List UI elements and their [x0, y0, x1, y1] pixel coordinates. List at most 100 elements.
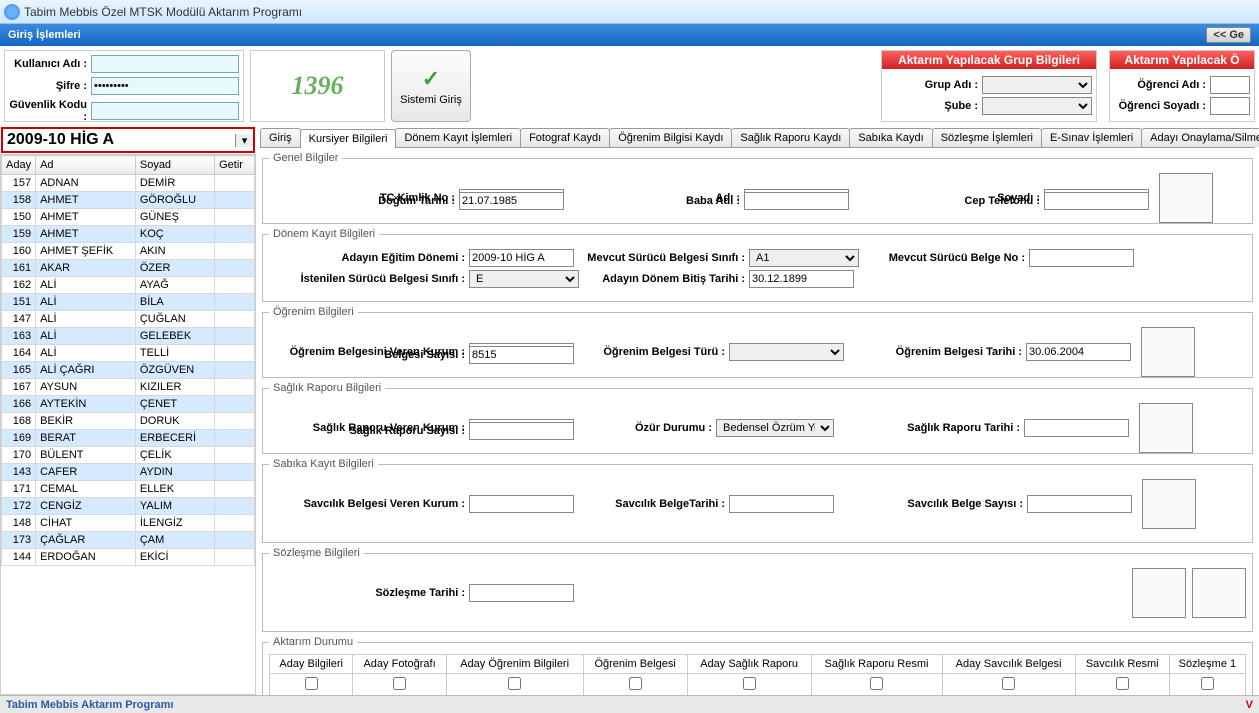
student-surname-input[interactable] — [1210, 97, 1250, 115]
istenilen-select[interactable]: E — [469, 270, 579, 288]
login-button-label: Sistemi Giriş — [400, 94, 462, 106]
section-header: Giriş İşlemleri << Ge — [0, 24, 1259, 46]
tab-0[interactable]: Giriş — [260, 128, 301, 147]
table-row[interactable]: 159AHMETKOÇ — [2, 226, 255, 243]
status-header: Aday Öğrenim Bilgileri — [446, 655, 583, 674]
status-header: Aday Bilgileri — [270, 655, 353, 674]
saglik-tarih-label: Sağlık Raporu Tarihi : — [834, 422, 1024, 434]
table-row[interactable]: 166AYTEKİNÇENET — [2, 396, 255, 413]
tab-8[interactable]: E-Sınav İşlemleri — [1041, 128, 1142, 147]
status-checkbox[interactable] — [1116, 677, 1129, 690]
table-row[interactable]: 164ALİTELLİ — [2, 345, 255, 362]
footer-left: Tabim Mebbis Aktarım Programı — [6, 699, 173, 711]
saglik-tarih-input[interactable] — [1024, 419, 1129, 437]
sabika-kurum-input[interactable] — [469, 495, 574, 513]
table-row[interactable]: 161AKARÖZER — [2, 260, 255, 277]
candidate-grid[interactable]: AdayAdSoyadGetir157ADNANDEMİR158AHMETGÖR… — [0, 154, 256, 695]
sozlesme-tarih-input[interactable] — [469, 584, 574, 602]
table-row[interactable]: 157ADNANDEMİR — [2, 175, 255, 192]
sozlesme-box2 — [1192, 568, 1246, 618]
password-input[interactable] — [91, 77, 239, 95]
grid-header[interactable]: Ad — [36, 156, 136, 175]
student-info-title: Aktarım Yapılacak Ö — [1110, 51, 1254, 69]
cep-input[interactable] — [1044, 192, 1149, 210]
photo-box — [1159, 173, 1213, 223]
sabika-sayi-input[interactable] — [1027, 495, 1132, 513]
status-checkbox[interactable] — [1201, 677, 1214, 690]
back-button[interactable]: << Ge — [1206, 27, 1251, 43]
branch-select[interactable] — [982, 97, 1092, 115]
grid-header[interactable]: Getir — [215, 156, 255, 175]
username-input[interactable] — [91, 55, 239, 73]
student-name-input[interactable] — [1210, 76, 1250, 94]
table-row[interactable]: 167AYSUNKIZILER — [2, 379, 255, 396]
mevcut-sinif-select[interactable]: A1 — [749, 249, 859, 267]
left-panel: 2009-10 HİG A ▾ AdayAdSoyadGetir157ADNAN… — [0, 126, 256, 695]
ozur-select[interactable]: Bedensel Özrüm Yok — [716, 419, 834, 437]
baba-input[interactable] — [744, 192, 849, 210]
ogrenim-turu-select[interactable] — [729, 343, 844, 361]
belge-sayi-input[interactable] — [469, 346, 574, 364]
tab-5[interactable]: Sağlık Raporu Kaydı — [731, 128, 850, 147]
status-checkbox[interactable] — [870, 677, 883, 690]
security-code-input[interactable] — [91, 102, 239, 120]
genel-bilgiler-fieldset: Genel Bilgiler TC Kimlik No : Adı : Soya… — [262, 152, 1253, 224]
status-checkbox[interactable] — [393, 677, 406, 690]
table-row[interactable]: 143CAFERAYDIN — [2, 464, 255, 481]
genel-legend: Genel Bilgiler — [269, 152, 342, 164]
table-row[interactable]: 147ALİÇUĞLAN — [2, 311, 255, 328]
sabika-kurum-label: Savcılık Belgesi Veren Kurum : — [269, 498, 469, 510]
window-title: Tabim Mebbis Özel MTSK Modülü Aktarım Pr… — [24, 5, 302, 19]
status-header: Savcılık Resmi — [1075, 655, 1169, 674]
tab-7[interactable]: Sözleşme İşlemleri — [932, 128, 1042, 147]
grid-header[interactable]: Aday — [2, 156, 36, 175]
ogrenim-turu-label: Öğrenim Belgesi Türü : — [574, 346, 729, 358]
table-row[interactable]: 170BÜLENTÇELİK — [2, 447, 255, 464]
section-title: Giriş İşlemleri — [8, 29, 81, 41]
tab-3[interactable]: Fotograf Kaydı — [520, 128, 610, 147]
table-row[interactable]: 171CEMALELLEK — [2, 481, 255, 498]
tab-4[interactable]: Öğrenim Bilgisi Kaydı — [609, 128, 732, 147]
belge-no-input[interactable] — [1029, 249, 1134, 267]
table-row[interactable]: 173ÇAĞLARÇAM — [2, 532, 255, 549]
table-row[interactable]: 148CİHATİLENGİZ — [2, 515, 255, 532]
status-checkbox[interactable] — [1002, 677, 1015, 690]
aktarim-legend: Aktarım Durumu — [269, 636, 357, 648]
table-row[interactable]: 151ALİBİLA — [2, 294, 255, 311]
table-row[interactable]: 150AHMETGÜNEŞ — [2, 209, 255, 226]
table-row[interactable]: 162ALİAYAĞ — [2, 277, 255, 294]
tab-9[interactable]: Adayı Onaylama/Silme — [1141, 128, 1259, 147]
sabika-tarih-input[interactable] — [729, 495, 834, 513]
table-row[interactable]: 144ERDOĞANEKİCİ — [2, 549, 255, 566]
footer-right: V — [1246, 699, 1253, 711]
status-checkbox[interactable] — [743, 677, 756, 690]
status-checkbox[interactable] — [305, 677, 318, 690]
table-row[interactable]: 172CENGİZYALIM — [2, 498, 255, 515]
main-area: 2009-10 HİG A ▾ AdayAdSoyadGetir157ADNAN… — [0, 126, 1259, 695]
tab-1[interactable]: Kursiyer Bilgileri — [300, 129, 397, 148]
ogrenim-tarih-input[interactable] — [1026, 343, 1131, 361]
table-row[interactable]: 165ALİ ÇAĞRIÖZGÜVEN — [2, 362, 255, 379]
table-row[interactable]: 168BEKİRDORUK — [2, 413, 255, 430]
table-row[interactable]: 160AHMET ŞEFİKAKIN — [2, 243, 255, 260]
table-row[interactable]: 169BERATERBECERİ — [2, 430, 255, 447]
egitim-input[interactable] — [469, 249, 574, 267]
login-button[interactable]: ✓ Sistemi Giriş — [391, 50, 471, 122]
group-name-select[interactable] — [982, 76, 1092, 94]
student-info-box: Aktarım Yapılacak Ö Öğrenci Adı : Öğrenc… — [1109, 50, 1255, 122]
status-checkbox[interactable] — [629, 677, 642, 690]
grid-header[interactable]: Soyad — [135, 156, 214, 175]
sabika-tarih-label: Savcılık BelgeTarihi : — [574, 498, 729, 510]
saglik-fieldset: Sağlık Raporu Bilgileri Sağlık Raporu Ve… — [262, 382, 1253, 454]
table-row[interactable]: 163ALİGELEBEK — [2, 328, 255, 345]
tab-6[interactable]: Sabıka Kaydı — [849, 128, 932, 147]
status-bar: Tabim Mebbis Aktarım Programı V — [0, 695, 1259, 713]
table-row[interactable]: 158AHMETGÖROĞLU — [2, 192, 255, 209]
status-checkbox[interactable] — [508, 677, 521, 690]
saglik-sayi-input[interactable] — [469, 422, 574, 440]
aktarim-fieldset: Aktarım Durumu Aday BilgileriAday Fotoğr… — [262, 636, 1253, 695]
bitis-input[interactable] — [749, 270, 854, 288]
dogum-input[interactable] — [459, 192, 564, 210]
tab-2[interactable]: Dönem Kayıt İşlemleri — [395, 128, 521, 147]
period-combobox[interactable]: 2009-10 HİG A ▾ — [1, 127, 255, 153]
